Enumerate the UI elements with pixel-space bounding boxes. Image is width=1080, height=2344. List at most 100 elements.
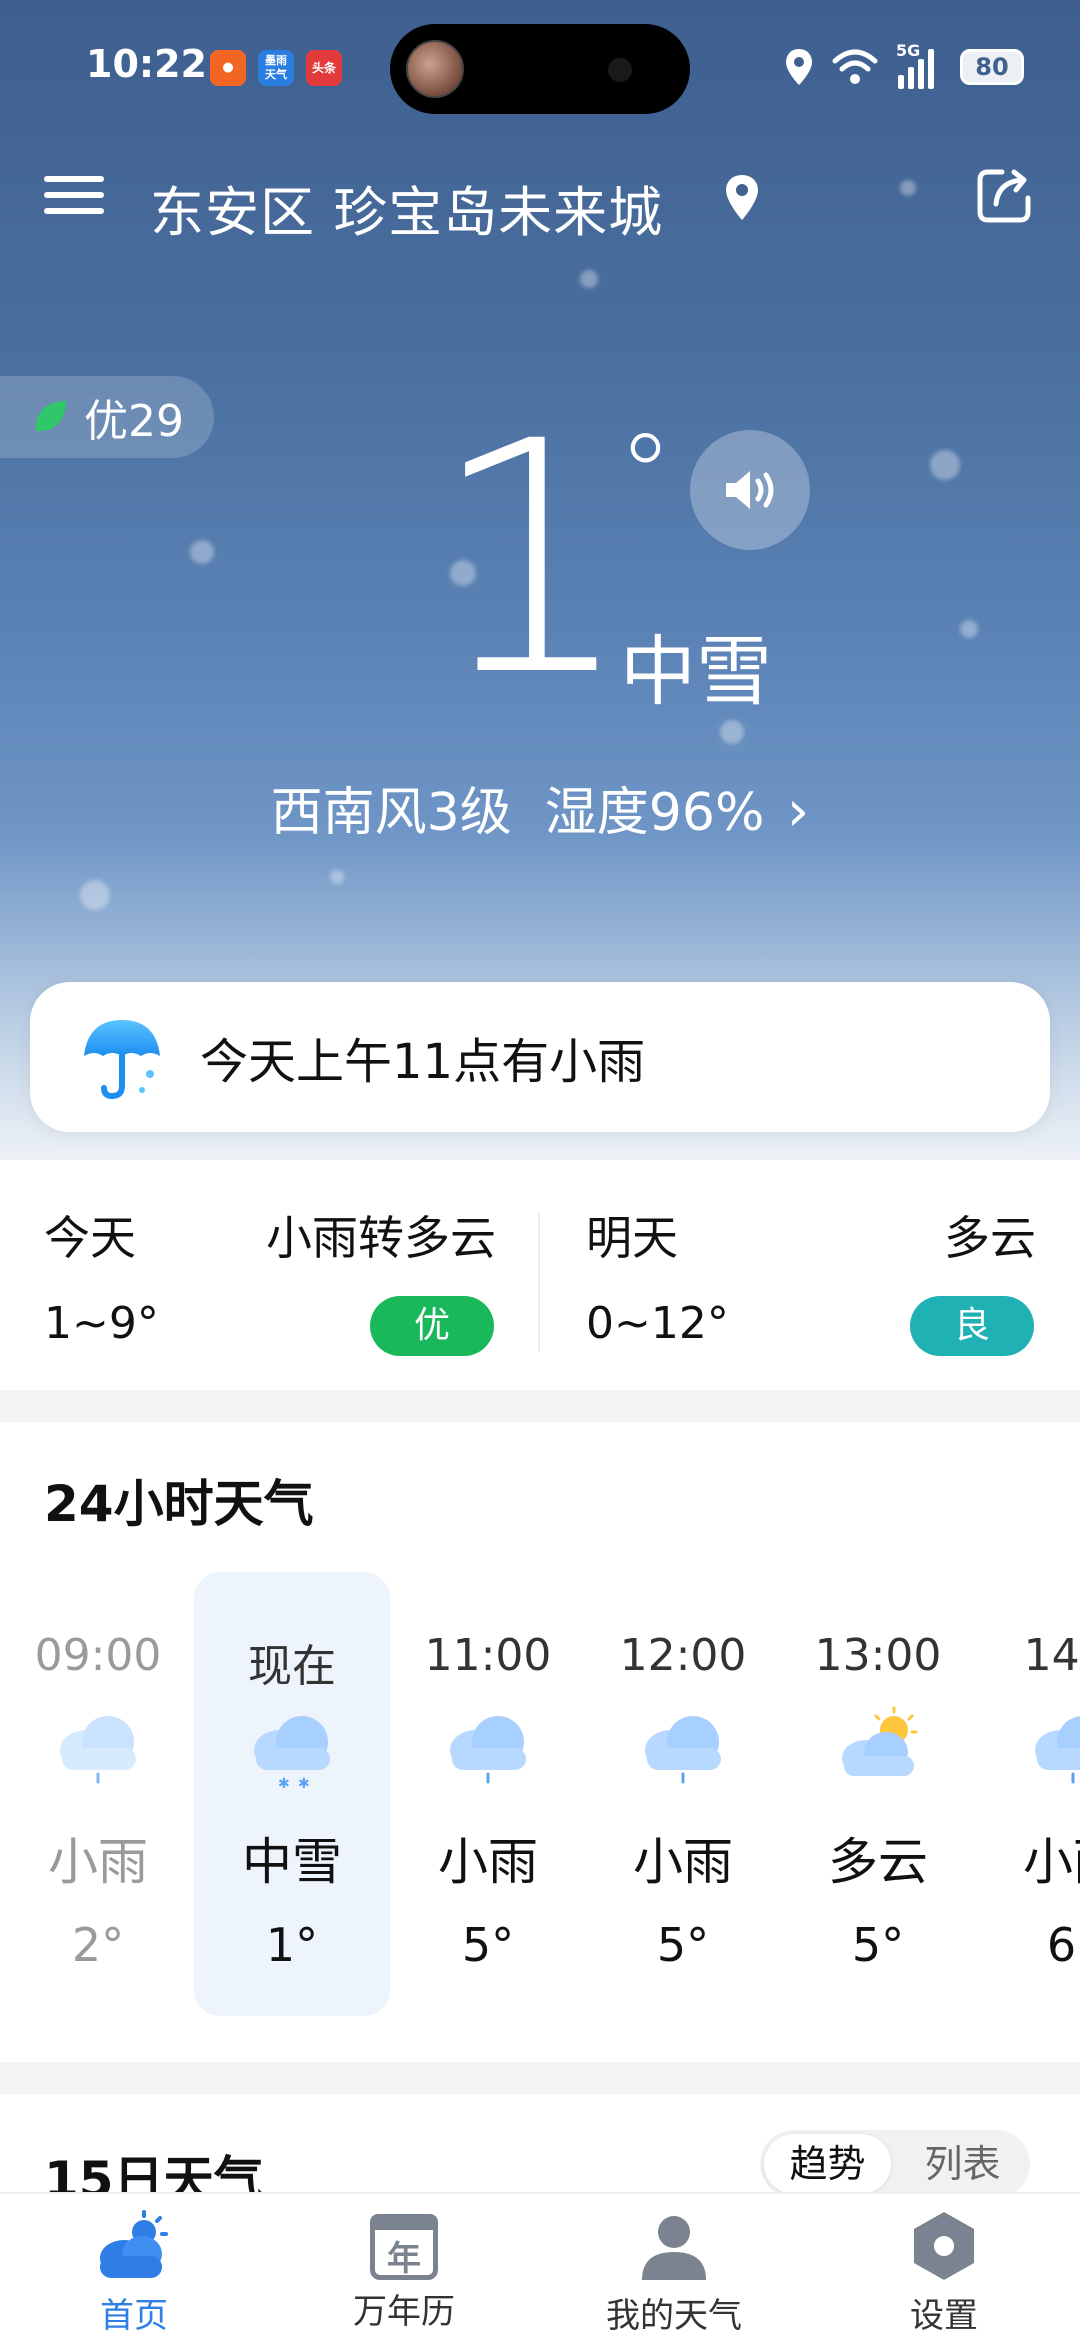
nav-label: 我的天气 — [606, 2296, 742, 2336]
speaker-icon — [726, 471, 774, 509]
status-bar: 10:22 ● 墨雨 天气 头条 5G 80 — [0, 0, 1080, 140]
hour-item[interactable]: 14:0 小雨 6° — [975, 1572, 1080, 2016]
weather-hero: 10:22 ● 墨雨 天气 头条 5G 80 东安区 珍宝岛未来城 优29 1 … — [0, 0, 1080, 1160]
hour-condition: 中雪 — [242, 1833, 342, 1891]
hour-item[interactable]: 12:00 小雨 5° — [585, 1572, 781, 2016]
rain-cloud-icon — [645, 1716, 721, 1784]
rain-cloud-icon — [1035, 1716, 1080, 1784]
current-condition: 中雪 — [620, 627, 772, 716]
camera-lens-icon — [608, 58, 632, 82]
hour-temp: 5° — [461, 1918, 515, 1972]
status-time: 10:22 — [86, 42, 207, 86]
hour-time: 12:00 — [619, 1630, 747, 1681]
today-forecast[interactable]: 今天 小雨转多云 1~9° 优 — [0, 1160, 540, 1390]
hour-condition: 小雨 — [1023, 1833, 1080, 1891]
avatar — [406, 40, 464, 98]
today-temp-range: 1~9° — [44, 1298, 159, 1349]
cellular-signal-icon: 5G — [896, 41, 942, 89]
battery-icon: 80 — [960, 49, 1024, 85]
location-status-icon — [786, 49, 812, 85]
app-notification-icon: ● — [210, 50, 246, 86]
snowflake — [80, 880, 110, 910]
nav-label: 设置 — [910, 2296, 978, 2336]
menu-icon[interactable] — [44, 170, 104, 230]
hour-condition: 小雨 — [48, 1833, 148, 1891]
weather-home-icon — [100, 2210, 168, 2278]
hour-condition: 多云 — [828, 1833, 928, 1891]
current-temperature: 1 — [430, 374, 634, 746]
tomorrow-forecast[interactable]: 明天 多云 0~12° 良 — [540, 1160, 1080, 1390]
hour-temp: 2° — [71, 1918, 125, 1972]
bottom-navigation: 首页 年 万年历 我的天气 设置 — [0, 2192, 1080, 2344]
nav-item-settings[interactable]: 设置 — [844, 2208, 1044, 2337]
hour-item-now[interactable]: 现在 ✱ ✱ 中雪 1° — [194, 1572, 390, 2016]
hour-time: 11:00 — [424, 1630, 552, 1681]
nav-label: 万年历 — [353, 2292, 455, 2332]
location-pin-icon[interactable] — [722, 172, 762, 224]
hour-time: 13:00 — [814, 1630, 942, 1681]
status-icons: 5G 80 — [784, 41, 1024, 92]
hour-time: 14:0 — [1023, 1630, 1080, 1681]
hour-time: 现在 — [248, 1641, 336, 1692]
hour-temp: 5° — [851, 1918, 905, 1972]
nav-item-calendar[interactable]: 年 万年历 — [304, 2208, 504, 2333]
rain-cloud-icon — [60, 1716, 136, 1784]
hour-time: 09:00 — [34, 1630, 162, 1681]
hour-condition: 小雨 — [633, 1833, 733, 1891]
nav-item-home[interactable]: 首页 — [34, 2208, 234, 2337]
aqi-badge[interactable]: 优29 — [0, 376, 214, 458]
calendar-icon: 年 — [370, 2214, 438, 2280]
precipitation-alert-card[interactable]: 今天上午11点有小雨 — [30, 982, 1050, 1132]
hour-item[interactable]: 09:00 小雨 2° — [0, 1572, 196, 2016]
hour-item[interactable]: 13:00 多云 5° — [780, 1572, 976, 2016]
aqi-value: 优29 — [84, 396, 184, 447]
location-title[interactable]: 东安区 珍宝岛未来城 — [150, 168, 663, 247]
snow-cloud-icon: ✱ ✱ — [254, 1716, 330, 1792]
svg-text:✱: ✱ — [298, 1776, 310, 1792]
degree-symbol: ° — [618, 410, 673, 538]
hourly-forecast-section: 24小时天气 09:00 小雨 2° 现在 ✱ ✱ 中雪 1° 11:00 小雨 … — [0, 1422, 1080, 2062]
app-header: 东安区 珍宝岛未来城 — [0, 150, 1080, 250]
hour-temp: 6° — [1046, 1918, 1080, 1972]
view-toggle: 趋势 列表 — [760, 2130, 1030, 2198]
chevron-right-icon: › — [786, 779, 810, 844]
settings-icon — [914, 2212, 974, 2280]
tomorrow-label: 明天 — [586, 1211, 678, 1265]
umbrella-icon — [84, 1020, 160, 1100]
nav-item-my-weather[interactable]: 我的天气 — [574, 2208, 774, 2337]
wind-humidity-link[interactable]: 西南风3级 湿度96% › — [0, 770, 1080, 845]
tomorrow-condition: 多云 — [944, 1211, 1036, 1265]
section-title: 24小时天气 — [44, 1475, 314, 1533]
today-condition: 小雨转多云 — [266, 1211, 496, 1265]
share-icon[interactable] — [972, 164, 1036, 228]
snowflake — [720, 720, 744, 744]
voice-broadcast-button[interactable] — [690, 430, 810, 550]
wifi-icon — [832, 49, 878, 84]
snowflake — [330, 870, 344, 884]
toggle-trend[interactable]: 趋势 — [764, 2134, 891, 2194]
snowflake — [930, 450, 960, 480]
today-aqi-badge: 优 — [370, 1296, 494, 1356]
leaf-icon — [35, 401, 66, 432]
hour-condition: 小雨 — [438, 1833, 538, 1891]
snowflake — [580, 270, 598, 288]
nav-label: 首页 — [100, 2296, 168, 2336]
today-label: 今天 — [44, 1211, 136, 1265]
hour-item[interactable]: 11:00 小雨 5° — [390, 1572, 586, 2016]
toggle-list[interactable]: 列表 — [899, 2134, 1026, 2194]
fifteen-day-section: 15日天气 趋势 列表 — [0, 2094, 1080, 2209]
snowflake — [960, 620, 978, 638]
tomorrow-temp-range: 0~12° — [586, 1298, 729, 1349]
rain-cloud-icon — [450, 1716, 526, 1784]
tomorrow-aqi-badge: 良 — [910, 1296, 1034, 1356]
news-app-notification-icon: 头条 — [306, 50, 342, 86]
hour-temp: 1° — [265, 1918, 319, 1972]
wind-humidity-text: 西南风3级 湿度96% — [270, 783, 765, 843]
two-day-forecast: 今天 小雨转多云 1~9° 优 明天 多云 0~12° 良 — [0, 1160, 1080, 1390]
dynamic-island — [390, 24, 690, 114]
svg-text:✱: ✱ — [278, 1776, 290, 1792]
partly-cloudy-icon — [842, 1706, 918, 1776]
user-icon — [642, 2216, 706, 2280]
alert-text: 今天上午11点有小雨 — [200, 1034, 646, 1090]
hour-temp: 5° — [656, 1918, 710, 1972]
